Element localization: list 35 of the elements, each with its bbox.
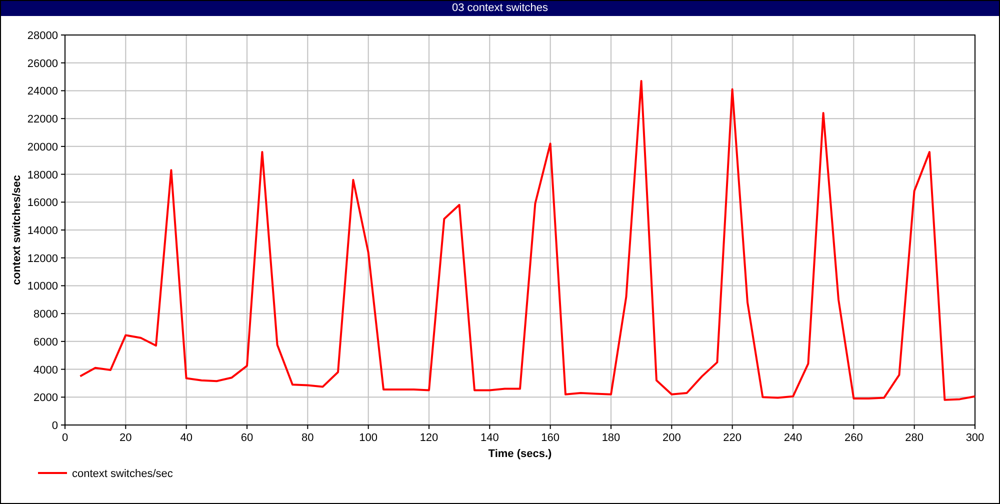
y-tick-label: 28000 (27, 30, 58, 42)
y-tick-label: 14000 (27, 225, 58, 237)
y-tick-label: 26000 (27, 58, 58, 70)
y-tick-label: 8000 (34, 308, 58, 321)
x-tick-label: 300 (966, 432, 984, 444)
x-tick-label: 60 (240, 432, 254, 444)
y-axis-label: context switches/sec (11, 174, 23, 286)
y-tick-label: 20000 (27, 141, 58, 154)
x-axis-label: Time (secs.) (488, 448, 552, 460)
x-tick-label: 100 (359, 432, 378, 444)
y-tick-label: 12000 (27, 252, 58, 265)
x-tick-label: 160 (541, 432, 560, 444)
y-tick-label: 4000 (34, 364, 58, 376)
y-tick-label: 2000 (34, 392, 58, 404)
window-title: 03 context switches (452, 3, 548, 14)
x-tick-label: 280 (905, 432, 924, 444)
y-tick-label: 16000 (27, 197, 58, 210)
x-tick-label: 200 (662, 432, 681, 444)
y-tick-label: 10000 (27, 280, 58, 293)
x-tick-label: 220 (723, 432, 742, 444)
x-tick-label: 120 (420, 432, 438, 444)
y-tick-label: 18000 (27, 169, 58, 182)
x-tick-label: 40 (180, 432, 192, 444)
y-tick-label: 24000 (27, 86, 58, 98)
x-tick-label: 20 (120, 432, 132, 444)
y-tick-label: 6000 (34, 336, 58, 348)
x-tick-label: 0 (62, 432, 68, 444)
x-tick-label: 180 (602, 432, 620, 444)
legend-label: context switches/sec (72, 468, 173, 480)
x-tick-label: 260 (844, 432, 863, 444)
y-tick-label: 22000 (27, 114, 58, 126)
y-tick-label: 0 (52, 420, 58, 432)
x-tick-label: 140 (480, 432, 499, 444)
x-tick-label: 80 (302, 432, 314, 444)
x-tick-label: 240 (784, 432, 802, 444)
